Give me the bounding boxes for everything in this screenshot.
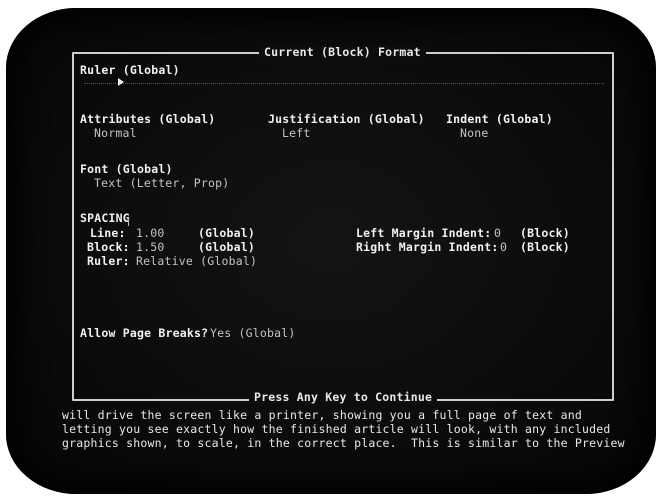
attributes-label: Attributes (Global) [80, 112, 216, 126]
right-margin-scope: (Block) [520, 240, 570, 254]
left-margin-label: Left Margin Indent: [356, 226, 492, 240]
line-spacing-value: 1.00 [136, 226, 165, 240]
line-spacing-scope: (Global) [198, 226, 255, 240]
block-spacing-value: 1.50 [136, 240, 165, 254]
attributes-value: Normal [94, 126, 137, 140]
body-text-line: will drive the screen like a printer, sh… [62, 408, 583, 422]
spacing-heading: SPACING [80, 211, 130, 225]
cursor-mark [128, 218, 129, 226]
font-label: Font (Global) [80, 162, 173, 176]
right-margin-label: Right Margin Indent: [356, 240, 499, 254]
dialog-title: Current (Block) Format [259, 46, 426, 59]
indent-label: Indent (Global) [446, 112, 553, 126]
ruler-marker-icon [118, 78, 124, 86]
ruler-bar [84, 83, 604, 84]
block-spacing-scope: (Global) [198, 240, 255, 254]
press-any-key-prompt[interactable]: Press Any Key to Continue [249, 391, 438, 404]
line-spacing-label: Line: [90, 226, 126, 240]
ruler-spacing-value: Relative (Global) [136, 254, 258, 268]
body-text-line: letting you see exactly how the finished… [62, 422, 611, 436]
page-breaks-label: Allow Page Breaks? [80, 326, 209, 340]
block-spacing-label: Block: [87, 240, 130, 254]
left-margin-value: 0 [494, 226, 502, 240]
body-text-line: graphics shown, to scale, in the correct… [62, 436, 625, 450]
indent-value: None [460, 126, 489, 140]
font-value: Text (Letter, Prop) [94, 176, 230, 190]
ruler-spacing-label: Ruler: [87, 254, 130, 268]
ruler-label: Ruler (Global) [80, 63, 180, 77]
page-breaks-value: Yes (Global) [210, 326, 296, 340]
left-margin-scope: (Block) [520, 226, 570, 240]
justification-label: Justification (Global) [268, 112, 425, 126]
right-margin-value: 0 [500, 240, 508, 254]
justification-value: Left [282, 126, 311, 140]
